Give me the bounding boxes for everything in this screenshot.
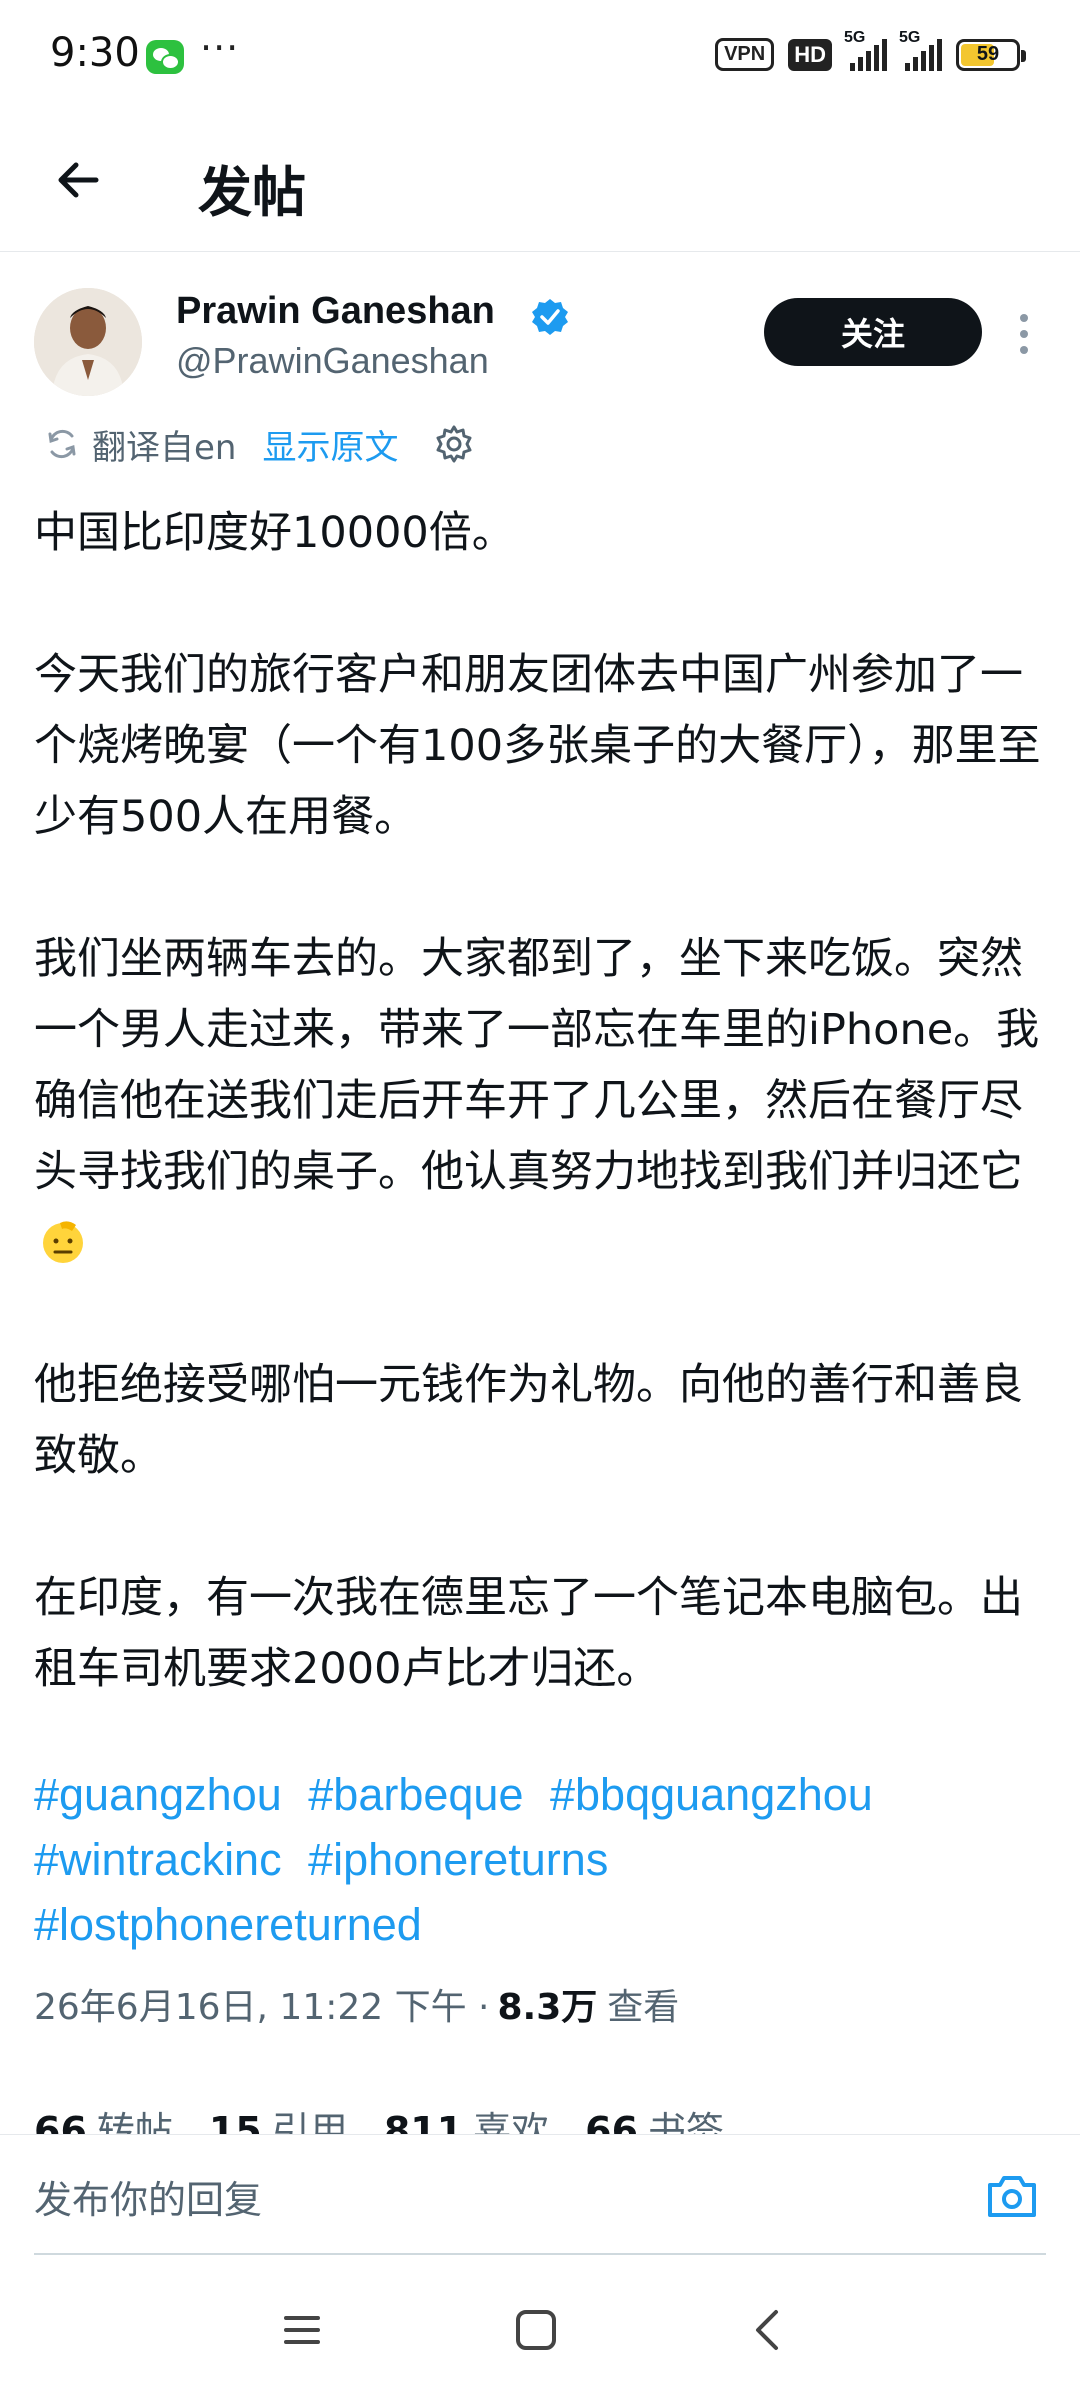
signal-label: 5G — [899, 28, 921, 46]
translation-label: 翻译自en — [92, 427, 237, 468]
hashtags: #guangzhou #barbeque #bbqguangzhou #wint… — [34, 1762, 1044, 1957]
hashtag-link[interactable]: #bbqguangzhou — [550, 1769, 873, 1820]
tweet-paragraph: 他拒绝接受哪怕一元钱作为礼物。向他的善行和善良致敬。 — [34, 1360, 1023, 1481]
reply-composer: 发布你的回复 — [0, 2134, 1080, 2256]
nav-back-icon[interactable] — [752, 2308, 782, 2352]
hashtag-link[interactable]: #lostphonereturned — [34, 1899, 422, 1950]
hashtag-link[interactable]: #wintrackinc — [34, 1834, 282, 1885]
signal-icon: 5G — [899, 29, 942, 71]
stat-count: 15 — [208, 2109, 262, 2134]
menu-icon[interactable] — [282, 2310, 322, 2350]
views-label: 查看 — [607, 1987, 680, 2028]
tweet-paragraph-text: 我们坐两辆车去的。大家都到了，坐下来吃饭。突然一个男人走过来，带来了一部忘在车里… — [34, 934, 1040, 1197]
stat-count: 66 — [585, 2109, 639, 2134]
salute-face-emoji — [43, 1221, 83, 1263]
tweet-paragraph: 在印度，有一次我在德里忘了一个笔记本电脑包。出租车司机要求2000卢比才归还。 — [34, 1573, 1023, 1694]
hashtag-link[interactable]: #guangzhou — [34, 1769, 282, 1820]
hd-badge: HD — [788, 38, 832, 71]
more-notifications-icon: ··· — [200, 26, 240, 70]
stat-bookmarks[interactable]: 66 书签 — [585, 2100, 724, 2134]
stat-label: 转帖 — [96, 2109, 173, 2134]
system-nav-bar — [0, 2258, 1080, 2400]
page-title: 发帖 — [198, 161, 306, 224]
hashtag-link[interactable]: #iphonereturns — [308, 1834, 608, 1885]
signal-label: 5G — [844, 28, 866, 46]
battery-icon: 59 — [956, 38, 1026, 71]
author-handle[interactable]: @PrawinGaneshan — [176, 340, 489, 382]
camera-icon[interactable] — [986, 2173, 1038, 2219]
reply-underline — [34, 2253, 1046, 2255]
stat-count: 811 — [383, 2109, 464, 2134]
tweet-paragraph: 中国比印度好10000倍。 — [34, 508, 515, 558]
gear-icon[interactable] — [434, 424, 474, 464]
tweet-text: 中国比印度好10000倍。 今天我们的旅行客户和朋友团体去中国广州参加了一个烧烤… — [34, 498, 1044, 1705]
tweet-paragraph: 我们坐两辆车去的。大家都到了，坐下来吃饭。突然一个男人走过来，带来了一部忘在车里… — [34, 924, 1044, 1279]
tweet-paragraph: 今天我们的旅行客户和朋友团体去中国广州参加了一个烧烤晚宴（一个有100多张桌子的… — [34, 640, 1044, 853]
status-bar: 9:30 ··· VPN HD 5G 5G 59 — [0, 0, 1080, 112]
hashtag-link[interactable]: #barbeque — [308, 1769, 523, 1820]
show-original-link[interactable]: 显示原文 — [262, 420, 398, 469]
stat-label: 引用 — [271, 2109, 348, 2134]
status-time: 9:30 — [50, 30, 140, 76]
home-icon[interactable] — [516, 2310, 556, 2350]
more-vertical-icon[interactable] — [1016, 312, 1032, 356]
stat-reposts[interactable]: 66 转帖 — [34, 2100, 173, 2134]
tweet-meta: 26年6月16日, 11:22 下午 · 8.3万 查看 — [34, 1978, 679, 2030]
vpn-badge: VPN — [715, 38, 775, 71]
wechat-notification-icon — [146, 40, 184, 74]
translate-icon — [48, 429, 76, 459]
tweet-paragraph-text: 今天我们的旅行客户和朋友团体去中国广州参加了一个烧烤晚宴（一个有100多张桌子的… — [34, 650, 1041, 842]
top-app-bar: 发帖 — [0, 112, 1080, 252]
signal-icon: 5G — [844, 29, 887, 71]
battery-text: 59 — [976, 43, 1000, 65]
author-name[interactable]: Prawin Ganeshan — [176, 290, 495, 333]
stat-count: 66 — [34, 2109, 87, 2134]
stat-likes[interactable]: 811 喜欢 — [384, 2100, 549, 2134]
reply-input[interactable]: 发布你的回复 — [34, 2169, 262, 2224]
stat-quotes[interactable]: 15 引用 — [209, 2100, 348, 2134]
stat-label: 书签 — [648, 2109, 725, 2134]
verified-badge-icon — [532, 299, 568, 335]
tweet-timestamp[interactable]: 26年6月16日, 11:22 下午 · — [34, 1978, 490, 2030]
avatar[interactable] — [34, 288, 142, 396]
views-count: 8.3万 — [497, 1987, 598, 2028]
avatar-image — [34, 288, 142, 396]
back-arrow-icon[interactable] — [50, 152, 106, 208]
stat-label: 喜欢 — [473, 2109, 550, 2134]
follow-button[interactable]: 关注 — [764, 298, 982, 366]
translation-row: 翻译自en 显示原文 — [44, 418, 474, 470]
engagement-stats: 66 转帖 15 引用 811 喜欢 66 书签 — [34, 2100, 1044, 2134]
